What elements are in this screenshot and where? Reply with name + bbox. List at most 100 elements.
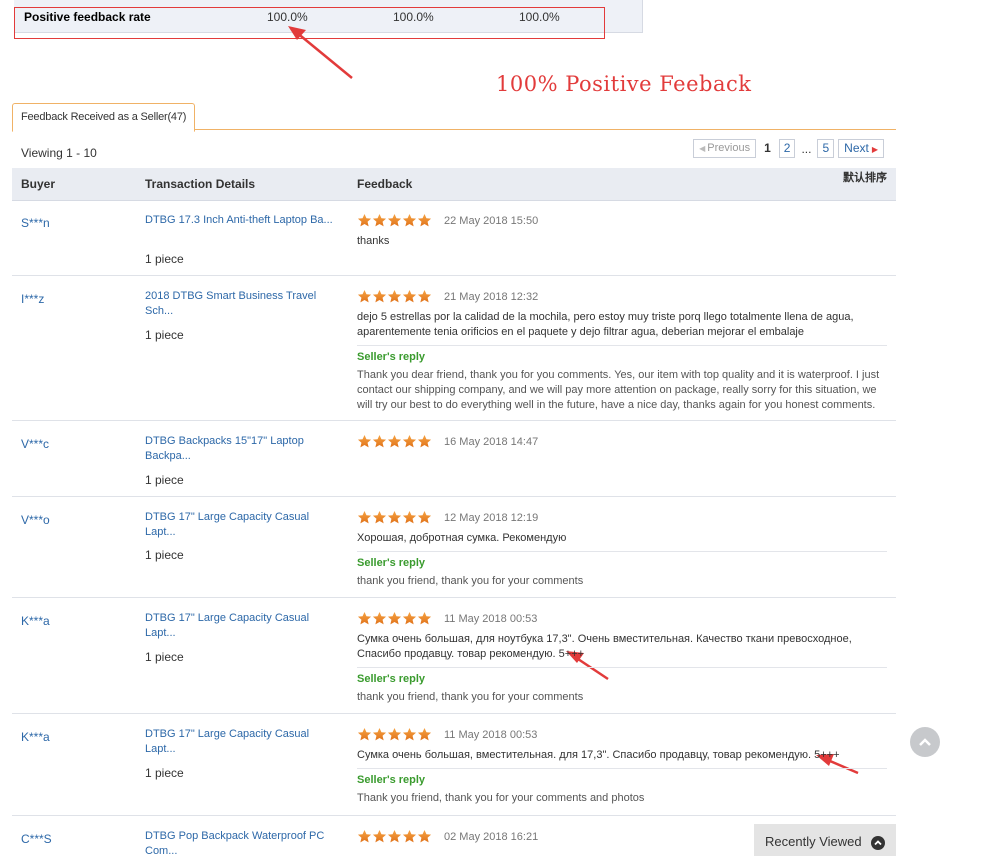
star-icon [417,511,432,524]
chevron-left-icon: ◀ [699,144,706,153]
star-icon [372,435,387,448]
pagination: ◀ Previous 1 2 ... 5 Next ▶ [693,139,884,158]
star-icon [402,511,417,524]
feedback-comment: dejo 5 estrellas por la calidad de la mo… [357,311,854,338]
star-icon [387,435,402,448]
header-buyer: Buyer [21,177,56,191]
product-link[interactable]: DTBG 17" Large Capacity Casual Lapt... [145,510,325,540]
star-icon [387,214,402,227]
feedback-cell: 16 May 2018 14:47 [357,433,887,451]
seller-reply-title: Seller's reply [357,774,426,786]
star-icon [357,214,372,227]
header-feedback: Feedback [357,177,413,191]
buyer-name[interactable]: V***c [21,437,49,451]
feedback-date: 02 May 2018 16:21 [444,830,539,843]
star-icon [387,511,402,524]
buyer-name[interactable]: K***a [21,614,50,628]
chevron-right-icon: ▶ [871,145,878,154]
rating-stars [357,727,432,742]
recently-viewed-label: Recently Viewed [765,834,862,849]
feedback-comment: Сумка очень большая, для ноутбука 17,3".… [357,633,852,660]
star-icon [402,612,417,625]
rating-stars [357,611,432,626]
feedback-cell: 21 May 2018 12:32 dejo 5 estrellas por l… [357,288,887,413]
rating-stars [357,829,432,844]
quantity: 1 piece [145,252,184,266]
chevron-up-circle-icon [871,836,885,850]
previous-page-button[interactable]: ◀ Previous [693,139,757,158]
feedback-date: 11 May 2018 00:53 [444,612,538,625]
feedback-cell: 12 May 2018 12:19 Хорошая, добротная сум… [357,509,887,589]
product-link[interactable]: DTBG Pop Backpack Waterproof PC Com... [145,829,325,859]
seller-reply-text: thank you friend, thank you for your com… [357,575,584,587]
star-icon [417,830,432,843]
feedback-date: 21 May 2018 12:32 [444,290,539,303]
page-1[interactable]: 1 [760,140,775,157]
seller-reply-title: Seller's reply [357,557,426,569]
star-icon [372,728,387,741]
sort-default[interactable]: 默认排序 [843,169,887,185]
star-icon [357,435,372,448]
quantity: 1 piece [145,473,184,487]
star-icon [372,290,387,303]
star-icon [417,612,432,625]
star-icon [357,290,372,303]
buyer-name[interactable]: V***o [21,513,50,527]
rating-stars [357,510,432,525]
seller-reply-text: thank you friend, thank you for your com… [357,691,584,703]
buyer-name[interactable]: I***z [21,292,44,306]
star-icon [372,612,387,625]
star-icon [417,728,432,741]
scroll-to-top-button[interactable] [910,727,940,757]
star-icon [402,435,417,448]
table-row: S***n DTBG 17.3 Inch Anti-theft Laptop B… [12,200,896,276]
quantity: 1 piece [145,766,184,780]
star-icon [372,214,387,227]
rating-stars [357,434,432,449]
feedback-comment: thanks [357,235,390,247]
product-link[interactable]: DTBG 17.3 Inch Anti-theft Laptop Ba... [145,213,345,228]
tab-feedback-seller[interactable]: Feedback Received as a Seller(47) [12,103,196,132]
page-ellipsis: ... [801,141,812,156]
feedback-cell: 22 May 2018 15:50 thanks [357,212,887,249]
buyer-name[interactable]: K***a [21,730,50,744]
chevron-up-icon [919,738,931,746]
quantity: 1 piece [145,548,184,562]
buyer-name[interactable]: C***S [21,832,52,846]
star-icon [357,830,372,843]
feedback-comment: Сумка очень большая, вместительная. для … [357,749,840,761]
seller-reply: Seller's reply Thank you dear friend, th… [357,345,887,413]
table-row: I***z 2018 DTBG Smart Business Travel Sc… [12,276,896,421]
star-icon [402,290,417,303]
feedback-comment: Хорошая, добротная сумка. Рекомендую [357,532,567,544]
next-label: Next [844,141,869,155]
table-row: V***o DTBG 17" Large Capacity Casual Lap… [12,497,896,598]
product-link[interactable]: DTBG Backpacks 15"17" Laptop Backpa... [145,434,325,464]
buyer-name[interactable]: S***n [21,216,50,230]
product-link[interactable]: 2018 DTBG Smart Business Travel Sch... [145,289,325,319]
recently-viewed-panel[interactable]: Recently Viewed [754,824,896,856]
seller-reply: Seller's reply thank you friend, thank y… [357,667,887,705]
table-row: K***a DTBG 17" Large Capacity Casual Lap… [12,598,896,714]
annotation-title: 100% Positive Feeback [496,72,752,96]
product-link[interactable]: DTBG 17" Large Capacity Casual Lapt... [145,727,325,757]
highlight-box [14,7,605,39]
page-5[interactable]: 5 [817,139,835,158]
previous-label: Previous [707,142,751,154]
feedback-date: 12 May 2018 12:19 [444,511,539,524]
table-header: Buyer Transaction Details Feedback [12,168,896,201]
star-icon [357,511,372,524]
rating-stars [357,213,432,228]
seller-reply-title: Seller's reply [357,673,426,685]
seller-reply: Seller's reply thank you friend, thank y… [357,551,887,589]
star-icon [387,290,402,303]
next-page-button[interactable]: Next ▶ [838,139,884,158]
star-icon [357,612,372,625]
product-link[interactable]: DTBG 17" Large Capacity Casual Lapt... [145,611,325,641]
feedback-date: 11 May 2018 00:53 [444,728,538,741]
page-2[interactable]: 2 [778,139,796,158]
seller-reply-text: Thank you friend, thank you for your com… [357,792,645,804]
feedback-date: 22 May 2018 15:50 [444,214,539,227]
table-row: K***a DTBG 17" Large Capacity Casual Lap… [12,714,896,816]
feedback-cell: 11 May 2018 00:53 Сумка очень большая, в… [357,726,887,806]
